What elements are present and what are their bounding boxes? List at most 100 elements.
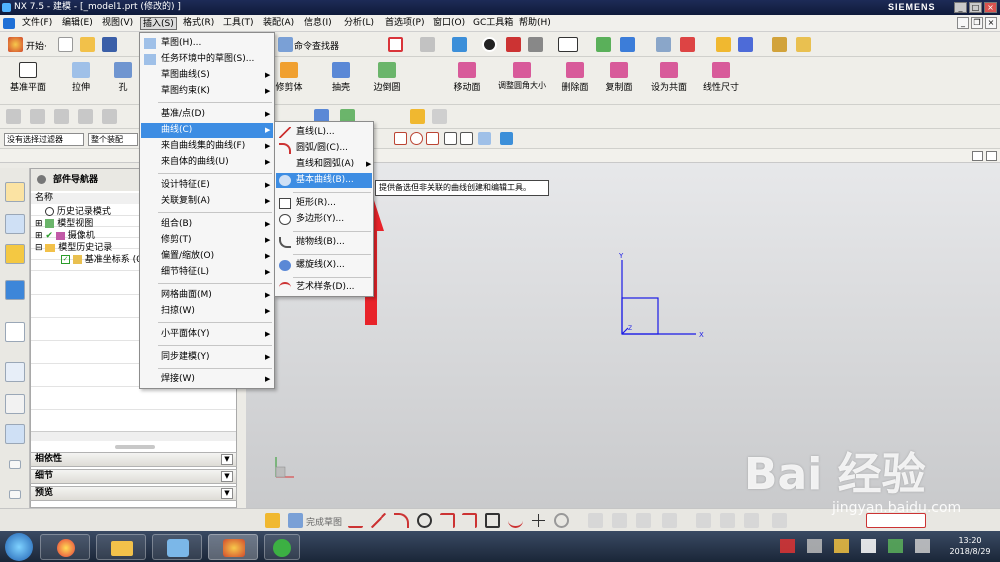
doc-restore-button[interactable]: ❐ — [971, 17, 983, 29]
finish-sketch-button[interactable]: 完成草图 — [306, 515, 342, 528]
start-icon[interactable] — [8, 37, 23, 52]
menu-info[interactable]: 信息(I) — [302, 17, 334, 30]
sketch-extend-icon[interactable] — [612, 513, 627, 528]
panel-toggle-icon[interactable] — [972, 151, 983, 161]
finish-sketch-icon[interactable] — [288, 513, 303, 528]
render-style-icon[interactable] — [482, 37, 497, 52]
maximize-window-button[interactable]: □ — [969, 2, 982, 13]
insert-detail-feature-item[interactable]: 细节特征(L) ▶ — [141, 265, 273, 280]
chevron-down-icon[interactable]: ▼ — [221, 454, 233, 465]
extrude-button[interactable]: 拉伸 — [58, 59, 104, 103]
menu-tools[interactable]: 工具(T) — [221, 17, 256, 30]
sketch-offset-icon[interactable] — [554, 513, 569, 528]
feature-icon[interactable] — [738, 37, 753, 52]
sketch-more-icon[interactable] — [772, 513, 787, 528]
taskbar-explorer[interactable] — [96, 534, 146, 560]
windows-start-icon[interactable] — [5, 533, 33, 561]
pattern-icon[interactable] — [54, 109, 69, 124]
chevron-down-icon[interactable]: ▼ — [221, 471, 233, 482]
make-coplanar-button[interactable]: 设为共面 — [646, 59, 692, 103]
resize-blend-button[interactable]: 调整圆角大小 — [494, 59, 550, 103]
wire-view-icon[interactable] — [528, 37, 543, 52]
taskbar-app[interactable] — [264, 534, 300, 560]
preview-section[interactable]: 预览 ▼ — [30, 486, 237, 501]
delete-face-button[interactable]: 删除面 — [552, 59, 598, 103]
insert-curve-item[interactable]: 曲线(C) ▶ — [141, 123, 273, 138]
web-browser-tab[interactable] — [5, 280, 25, 300]
hole-button[interactable]: 孔 — [108, 59, 138, 103]
snap-quadrant-icon[interactable] — [478, 132, 491, 145]
curve-lines-arcs-item[interactable]: 直线和圆弧(A) ▶ — [276, 157, 372, 172]
csys-icon[interactable] — [680, 37, 695, 52]
menu-file[interactable]: 文件(F) — [20, 17, 54, 30]
close-window-button[interactable]: × — [984, 2, 997, 13]
taskbar-nx[interactable] — [208, 534, 258, 560]
datum-plane-button[interactable]: 基准平面 — [5, 59, 51, 103]
shaded-view-icon[interactable] — [452, 37, 467, 52]
insert-design-feature-item[interactable]: 设计特征(E) ▶ — [141, 178, 273, 193]
sketch-circle-icon[interactable] — [417, 513, 432, 528]
insert-sketch-curve-item[interactable]: 草图曲线(S) ▶ — [141, 68, 273, 83]
menu-format[interactable]: 格式(R) — [181, 17, 216, 30]
sketch-icon[interactable] — [716, 37, 731, 52]
menu-help[interactable]: 帮助(H) — [517, 17, 553, 30]
dependencies-section[interactable]: 相依性 ▼ — [30, 452, 237, 467]
ruler-icon[interactable] — [796, 37, 811, 52]
snap-icon[interactable] — [596, 37, 611, 52]
snap-center-icon[interactable] — [426, 132, 439, 145]
checkbox-icon[interactable]: ✓ — [61, 255, 70, 264]
curve-arc-circle-item[interactable]: 圆弧/圆(C)... — [276, 141, 372, 156]
curve-parabola-item[interactable]: 抛物线(B)... — [276, 235, 372, 250]
move-face-button[interactable]: 移动面 — [444, 59, 490, 103]
layer-icon[interactable] — [656, 37, 671, 52]
sketch-rectangle-icon[interactable] — [485, 513, 500, 528]
navigator-scrollbar[interactable] — [31, 431, 236, 441]
sketch-fillet-icon[interactable] — [440, 513, 455, 528]
tree-row-datum-csys[interactable]: ✓ 基准坐标系 (0) — [61, 255, 145, 266]
copy-face-button[interactable]: 复制面 — [596, 59, 642, 103]
view-orient-icon[interactable] — [420, 37, 435, 52]
menu-insert[interactable]: 插入(S) — [140, 17, 177, 30]
taskbar-paint[interactable] — [152, 534, 202, 560]
sketch-line-icon[interactable] — [371, 513, 386, 528]
navigator-pin-icon[interactable] — [37, 175, 46, 184]
insert-combine-item[interactable]: 组合(B) ▶ — [141, 217, 273, 232]
scroll-down-tab[interactable] — [9, 490, 21, 499]
sketch-arc-icon[interactable] — [394, 513, 409, 528]
menu-assembly[interactable]: 装配(A) — [261, 17, 296, 30]
wcs-icon[interactable] — [620, 37, 635, 52]
sketch-constraint-icon[interactable] — [662, 513, 677, 528]
command-finder-icon[interactable] — [278, 37, 293, 52]
insert-sync-modeling-item[interactable]: 同步建模(Y) ▶ — [141, 350, 273, 365]
menu-edit[interactable]: 编辑(E) — [60, 17, 95, 30]
sketch-spline-icon[interactable] — [508, 513, 523, 528]
doc-minimize-button[interactable]: _ — [957, 17, 969, 29]
section-view-icon[interactable] — [506, 37, 521, 52]
curve-rectangle-item[interactable]: 矩形(R)... — [276, 196, 372, 211]
menu-analysis[interactable]: 分析(L) — [342, 17, 376, 30]
edit-icon[interactable] — [410, 109, 425, 124]
chevron-down-icon[interactable]: ▼ — [221, 488, 233, 499]
panel-close-icon[interactable] — [986, 151, 997, 161]
minimize-window-button[interactable]: _ — [954, 2, 967, 13]
snap-face-icon[interactable] — [500, 132, 513, 145]
taskbar-browser[interactable] — [40, 534, 90, 560]
edge-blend-button[interactable]: 边倒圆 — [364, 59, 410, 103]
selection-scope-dropdown[interactable]: 整个装配 — [88, 133, 138, 146]
command-finder-button[interactable]: 命令查找器 — [294, 39, 339, 52]
app-menu-icon[interactable] — [3, 18, 15, 29]
snap-endpoint-icon[interactable] — [394, 132, 407, 145]
snap-on-curve-icon[interactable] — [460, 132, 473, 145]
menu-window[interactable]: 窗口(O) — [431, 17, 467, 30]
mirror-icon[interactable] — [30, 109, 45, 124]
system-clock[interactable]: 13:20 2018/8/29 — [941, 535, 999, 557]
sketch-corner-icon[interactable] — [636, 513, 651, 528]
sketch-point-icon[interactable] — [531, 513, 546, 528]
history-tab[interactable] — [5, 322, 25, 342]
curve-basic-curves-item[interactable]: 基本曲线(B)... — [276, 173, 372, 188]
sketch-chamfer-icon[interactable] — [462, 513, 477, 528]
insert-facet-body-item[interactable]: 小平面体(Y) ▶ — [141, 327, 273, 342]
curve-polygon-item[interactable]: 多边形(Y)... — [276, 212, 372, 227]
curve-line-item[interactable]: 直线(L)... — [276, 125, 372, 140]
menu-preferences[interactable]: 首选项(P) — [383, 17, 426, 30]
